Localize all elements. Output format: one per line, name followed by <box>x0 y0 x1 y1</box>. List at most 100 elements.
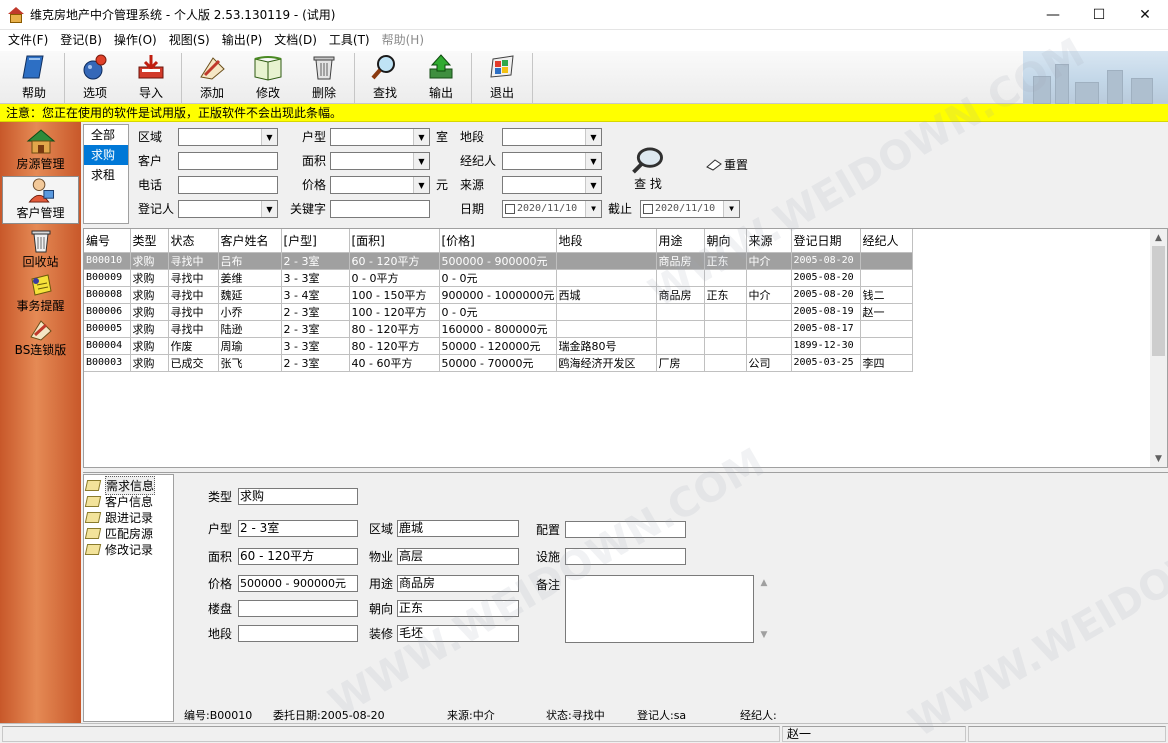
nav-customer-management[interactable]: 客户管理 <box>2 176 79 224</box>
price-select[interactable]: ▼ <box>330 176 430 194</box>
col-header-date[interactable]: 登记日期 <box>791 229 861 253</box>
edit-button[interactable]: 修改 <box>240 53 296 103</box>
nav-task-reminder[interactable]: 事务提醒 <box>0 272 81 314</box>
category-buy[interactable]: 求购 <box>84 145 128 165</box>
table-row[interactable]: B00010 求购 寻找中 吕布 2 - 3室 60 - 120平方 500000 - 90… <box>84 252 913 270</box>
detail-lot-field[interactable] <box>238 625 358 642</box>
eraser-icon <box>706 158 722 171</box>
col-header-status[interactable]: 状态 <box>168 229 219 253</box>
region-select[interactable]: ▼ <box>178 128 278 146</box>
phone-input[interactable] <box>178 176 278 194</box>
col-header-agent[interactable]: 经纪人 <box>860 229 913 253</box>
col-header-price[interactable]: [价格] <box>439 229 557 253</box>
menu-document[interactable]: 文档(D) <box>268 30 323 51</box>
detail-orientation-field[interactable]: 正东 <box>397 600 519 617</box>
cell-area: 0 - 0平方 <box>349 269 440 287</box>
chevron-down-icon: ▼ <box>585 129 601 145</box>
agent-select[interactable]: ▼ <box>502 152 602 170</box>
detail-area-label: 面积 <box>208 550 233 564</box>
customer-input[interactable] <box>178 152 278 170</box>
scroll-thumb[interactable] <box>1152 246 1165 356</box>
menu-view[interactable]: 视图(S) <box>163 30 216 51</box>
output-button[interactable]: 输出 <box>413 53 469 103</box>
col-header-layout[interactable]: [户型] <box>281 229 350 253</box>
table-row[interactable]: B00006 求购 寻找中 小乔 2 - 3室 100 - 120平方 0 - 0元 2005… <box>84 303 913 321</box>
table-row[interactable]: B00004 求购 作废 周瑜 3 - 3室 80 - 120平方 50000 - 1200… <box>84 337 913 355</box>
detail-decoration-field[interactable]: 毛坯 <box>397 625 519 642</box>
menu-output[interactable]: 输出(P) <box>216 30 269 51</box>
cell-source <box>746 320 792 338</box>
registrar-select[interactable]: ▼ <box>178 200 278 218</box>
until-label: 截止 <box>608 202 633 216</box>
category-rent[interactable]: 求租 <box>84 165 128 185</box>
exit-button[interactable]: 退出 <box>474 53 530 103</box>
cell-date: 1899-12-30 <box>791 337 861 355</box>
menu-operation[interactable]: 操作(O) <box>108 30 163 51</box>
nav-recycle-bin[interactable]: 回收站 <box>0 228 81 270</box>
date-from-picker[interactable]: 2020/11/10 ▼ <box>502 200 602 218</box>
detail-type-field[interactable]: 求购 <box>238 488 358 505</box>
date-from-checkbox[interactable] <box>505 204 515 214</box>
import-button[interactable]: 导入 <box>123 53 179 103</box>
detail-layout-label: 户型 <box>208 522 233 536</box>
memo-scroll-down-icon[interactable]: ▼ <box>757 630 771 640</box>
tree-item-customer-info[interactable]: 客户信息 <box>84 493 173 509</box>
source-select[interactable]: ▼ <box>502 176 602 194</box>
tree-item-change-log[interactable]: 修改记录 <box>84 541 173 557</box>
empty-row <box>84 405 912 422</box>
category-all[interactable]: 全部 <box>84 125 128 145</box>
detail-property-field[interactable]: 高层 <box>397 548 519 565</box>
keyword-input[interactable] <box>330 200 430 218</box>
date-to-checkbox[interactable] <box>643 204 653 214</box>
nav-property-management[interactable]: 房源管理 <box>2 126 79 174</box>
detail-remark-memo[interactable] <box>565 575 754 643</box>
menu-file[interactable]: 文件(F) <box>2 30 54 51</box>
nav-bs-chain-edition[interactable]: BS连锁版 <box>0 316 81 358</box>
detail-building-field[interactable] <box>238 600 358 617</box>
detail-usage-field[interactable]: 商品房 <box>397 575 519 592</box>
tree-item-matched-property[interactable]: 匹配房源 <box>84 525 173 541</box>
detail-area-field[interactable]: 60 - 120平方 <box>238 548 358 565</box>
detail-region-field[interactable]: 鹿城 <box>397 520 519 537</box>
search-button[interactable]: 查找 <box>357 53 413 103</box>
panel-splitter[interactable] <box>83 468 1168 473</box>
col-header-type[interactable]: 类型 <box>130 229 169 253</box>
close-button[interactable]: ✕ <box>1122 0 1168 30</box>
help-button[interactable]: 帮助 <box>6 53 62 103</box>
area-select[interactable]: ▼ <box>330 152 430 170</box>
detail-config-field[interactable] <box>565 521 686 538</box>
col-header-lot[interactable]: 地段 <box>556 229 657 253</box>
scroll-down-icon[interactable]: ▼ <box>1150 450 1167 467</box>
filter-search-button[interactable]: 查 找 <box>628 146 668 192</box>
table-row[interactable]: B00005 求购 寻找中 陆逊 2 - 3室 80 - 120平方 160000 - 80… <box>84 320 913 338</box>
grid-vertical-scrollbar[interactable]: ▲ ▼ <box>1150 229 1167 467</box>
lot-select[interactable]: ▼ <box>502 128 602 146</box>
col-header-orientation[interactable]: 朝向 <box>704 229 747 253</box>
table-row[interactable]: B00008 求购 寻找中 魏延 3 - 4室 100 - 150平方 900000 - 1… <box>84 286 913 304</box>
reset-button[interactable]: 重置 <box>706 156 748 173</box>
tree-item-follow-up[interactable]: 跟进记录 <box>84 509 173 525</box>
tree-item-requirement[interactable]: 需求信息 <box>84 475 173 495</box>
table-row[interactable]: B00003 求购 已成交 张飞 2 - 3室 40 - 60平方 50000 - 7000… <box>84 354 913 372</box>
col-header-code[interactable]: 编号 <box>84 229 131 253</box>
date-to-picker[interactable]: 2020/11/10 ▼ <box>640 200 740 218</box>
maximize-button[interactable]: ☐ <box>1076 0 1122 30</box>
options-button[interactable]: 选项 <box>67 53 123 103</box>
detail-price-field[interactable]: 500000 - 900000元 <box>238 575 358 592</box>
menu-help[interactable]: 帮助(H) <box>376 30 430 51</box>
detail-facility-field[interactable] <box>565 548 686 565</box>
scroll-up-icon[interactable]: ▲ <box>1150 229 1167 246</box>
detail-layout-field[interactable]: 2 - 3室 <box>238 520 358 537</box>
memo-scroll-up-icon[interactable]: ▲ <box>757 578 771 588</box>
layout-select[interactable]: ▼ <box>330 128 430 146</box>
add-button[interactable]: 添加 <box>184 53 240 103</box>
minimize-button[interactable]: — <box>1030 0 1076 30</box>
menu-register[interactable]: 登记(B) <box>54 30 108 51</box>
col-header-name[interactable]: 客户姓名 <box>218 229 282 253</box>
col-header-source[interactable]: 来源 <box>746 229 792 253</box>
table-row[interactable]: B00009 求购 寻找中 姜维 3 - 3室 0 - 0平方 0 - 0元 2005-08-… <box>84 269 913 287</box>
menu-tools[interactable]: 工具(T) <box>323 30 376 51</box>
col-header-area[interactable]: [面积] <box>349 229 440 253</box>
col-header-usage[interactable]: 用途 <box>656 229 705 253</box>
delete-button[interactable]: 删除 <box>296 53 352 103</box>
